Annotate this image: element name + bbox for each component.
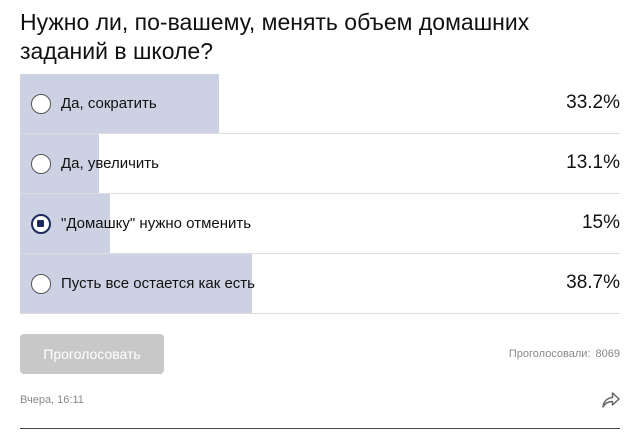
option-percent: 33.2%: [566, 92, 620, 113]
option-label: Пусть все остается как есть: [61, 275, 255, 292]
voted-label: Проголосовали:: [508, 348, 591, 360]
option-percent: 15%: [581, 212, 620, 233]
voted-count: 8069: [595, 348, 620, 360]
poll-option[interactable]: Да, сократить 33.2%: [20, 74, 620, 134]
share-icon[interactable]: [601, 391, 621, 409]
radio-button[interactable]: [31, 154, 51, 174]
divider: [20, 428, 620, 429]
radio-selected-dot: [37, 220, 44, 227]
poll-options: Да, сократить 33.2% Да, увеличить 13.1% …: [20, 74, 620, 314]
radio-button[interactable]: [31, 214, 51, 234]
voted-count-info: Проголосовали: 8069: [509, 348, 620, 360]
option-label: Да, сократить: [61, 95, 157, 112]
poll-option[interactable]: Да, увеличить 13.1%: [20, 134, 620, 194]
option-percent: 13.1%: [566, 152, 620, 173]
radio-button[interactable]: [31, 94, 51, 114]
poll-option[interactable]: Пусть все остается как есть 38.7%: [20, 254, 620, 314]
option-percent: 38.7%: [566, 272, 620, 293]
vote-button[interactable]: Проголосовать: [20, 334, 164, 374]
option-label: Да, увеличить: [61, 155, 159, 172]
radio-button[interactable]: [31, 274, 51, 294]
poll-option[interactable]: "Домашку" нужно отменить 15%: [20, 194, 620, 254]
post-timestamp: Вчера, 16:11: [20, 394, 84, 406]
poll-question: Нужно ли, по-вашему, менять объем домашн…: [20, 9, 530, 64]
option-label: "Домашку" нужно отменить: [61, 215, 252, 232]
poll-widget: Нужно ли, по-вашему, менять объем домашн…: [0, 0, 644, 440]
